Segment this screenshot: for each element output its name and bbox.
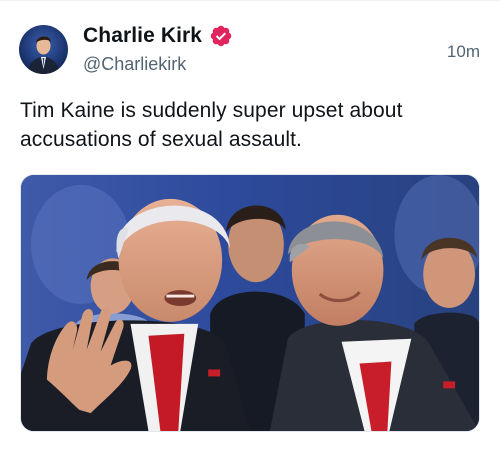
top-divider [0,0,500,1]
author-display-name[interactable]: Charlie Kirk [83,24,202,48]
photo-image [21,175,479,431]
verified-badge-icon [209,24,233,48]
avatar-image [19,25,68,74]
author-avatar[interactable] [19,25,68,74]
post-media-photo[interactable] [20,174,480,432]
post-text: Tim Kaine is suddenly super upset about … [20,99,403,151]
author-name-row: Charlie Kirk [83,23,233,49]
author-handle[interactable]: @Charliekirk [83,54,186,75]
post-timestamp[interactable]: 10m [447,42,480,62]
